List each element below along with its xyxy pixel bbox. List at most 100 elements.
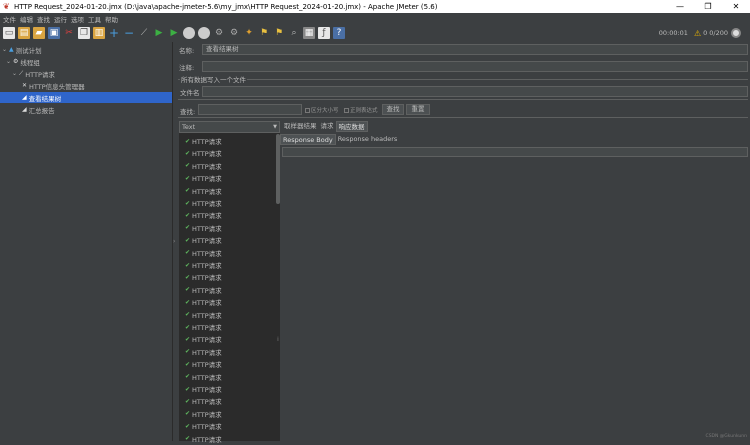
result-row[interactable]: ✔HTTP请求	[185, 383, 222, 395]
save-icon[interactable]: ▣	[48, 27, 60, 39]
tree-item-summary-report[interactable]: ◢ 汇总报告	[22, 104, 170, 115]
result-row[interactable]: ✔HTTP请求	[185, 160, 222, 172]
new-icon[interactable]: ▭	[3, 27, 15, 39]
success-icon: ✔	[185, 175, 190, 182]
stop-icon[interactable]	[183, 27, 195, 39]
warning-icon[interactable]: ⚠	[694, 29, 701, 38]
remote-shutdown-icon[interactable]: ✦	[243, 27, 255, 39]
listener-icon: ◢	[22, 106, 27, 113]
result-row[interactable]: ✔HTTP请求	[185, 271, 222, 283]
tree-expand-icon[interactable]: ⌄	[12, 70, 17, 77]
start-no-pause-icon[interactable]: ▶	[168, 27, 180, 39]
menu-search[interactable]: 查找	[37, 14, 50, 24]
case-sensitive-checkbox[interactable]: 区分大小写	[305, 106, 339, 114]
result-row[interactable]: ✔HTTP请求	[185, 433, 222, 445]
open-icon[interactable]: ▰	[33, 27, 45, 39]
result-row[interactable]: ✔HTTP请求	[185, 346, 222, 358]
result-row[interactable]: ✔HTTP请求	[185, 135, 222, 147]
case-sensitive-label: 区分大小写	[311, 108, 339, 114]
menu-options[interactable]: 选项	[71, 14, 84, 24]
listener-icon: ◢	[22, 94, 27, 101]
result-row[interactable]: ✔HTTP请求	[185, 222, 222, 234]
search-icon[interactable]: ⌕	[288, 27, 300, 39]
success-icon: ✔	[185, 361, 190, 368]
window-title-bar: ❦ HTTP Request_2024-01-20.jmx (D:\java\a…	[0, 0, 750, 13]
tree-item-header-manager[interactable]: ✕ HTTP信息头管理器	[22, 80, 170, 91]
paste-icon[interactable]: ▥	[93, 27, 105, 39]
result-row[interactable]: ✔HTTP请求	[185, 408, 222, 420]
tree-expand-icon[interactable]: ⌄	[2, 46, 7, 53]
collapse-icon[interactable]: −	[123, 27, 135, 39]
result-row[interactable]: ✔HTTP请求	[185, 371, 222, 383]
copy-icon[interactable]: ❐	[78, 27, 90, 39]
menu-run[interactable]: 运行	[54, 14, 67, 24]
menu-file[interactable]: 文件	[3, 14, 16, 24]
tab-request[interactable]: 请求	[319, 121, 336, 132]
result-row[interactable]: ✔HTTP请求	[185, 247, 222, 259]
remote-stop-icon[interactable]: ⚙	[228, 27, 240, 39]
shutdown-icon[interactable]	[198, 27, 210, 39]
tab-response-headers[interactable]: Response headers	[336, 134, 400, 145]
config-icon: ✕	[22, 82, 27, 89]
result-row[interactable]: ✔HTTP请求	[185, 172, 222, 184]
result-row[interactable]: ✔HTTP请求	[185, 147, 222, 159]
split-handle-icon[interactable]: ⁞	[277, 336, 279, 343]
templates-icon[interactable]: ▤	[18, 27, 30, 39]
tree-item-label: HTTP请求	[25, 69, 55, 79]
clear-icon[interactable]: ⚑	[258, 27, 270, 39]
clear-all-icon[interactable]: ⚑	[273, 27, 285, 39]
result-row[interactable]: ✔HTTP请求	[185, 209, 222, 221]
result-row[interactable]: ✔HTTP请求	[185, 185, 222, 197]
response-body-text[interactable]	[282, 147, 748, 157]
tree-item-view-results-tree[interactable]: ◢ 查看结果树	[0, 92, 172, 103]
reset-button[interactable]: 重置	[406, 104, 430, 115]
close-button[interactable]: ✕	[722, 0, 750, 13]
help-icon[interactable]: ?	[333, 27, 345, 39]
success-icon: ✔	[185, 373, 190, 380]
search-button[interactable]: 查找	[382, 104, 404, 115]
result-row[interactable]: ✔HTTP请求	[185, 321, 222, 333]
result-row[interactable]: ✔HTTP请求	[185, 358, 222, 370]
tab-sampler-result[interactable]: 取样器结果	[282, 121, 319, 132]
name-field[interactable]: 查看结果树	[202, 44, 748, 55]
result-row-label: HTTP请求	[192, 310, 222, 320]
minimize-button[interactable]: —	[666, 0, 694, 13]
checkbox-icon	[305, 108, 310, 113]
result-row[interactable]: ✔HTTP请求	[185, 309, 222, 321]
tree-item-thread-group[interactable]: ⌄ ⚙ 线程组	[6, 56, 170, 67]
start-icon[interactable]: ▶	[153, 27, 165, 39]
tree-expand-icon[interactable]: ⌄	[6, 58, 11, 65]
remote-start-icon[interactable]: ⚙	[213, 27, 225, 39]
menu-help[interactable]: 帮助	[105, 14, 118, 24]
result-row[interactable]: ✔HTTP请求	[185, 284, 222, 296]
toggle-icon[interactable]: ⟋	[138, 27, 150, 39]
result-row[interactable]: ✔HTTP请求	[185, 395, 222, 407]
cut-icon[interactable]: ✂	[63, 27, 75, 39]
reset-search-icon[interactable]: ▦	[303, 27, 315, 39]
chevron-down-icon: ▼	[273, 122, 277, 132]
tree-item-test-plan[interactable]: ⌄ ▲ 测试计划	[2, 44, 170, 55]
result-row[interactable]: ✔HTTP请求	[185, 197, 222, 209]
result-row[interactable]: ✔HTTP请求	[185, 420, 222, 432]
tree-item-http-request[interactable]: ⌄ ⟋ HTTP请求	[12, 68, 170, 79]
search-input[interactable]	[198, 104, 302, 115]
test-plan-tree: ⌄ ▲ 测试计划 ⌄ ⚙ 线程组 ⌄ ⟋ HTTP请求 ✕ HTTP信息头管理器…	[0, 42, 172, 441]
regex-checkbox[interactable]: 正则表达式	[344, 106, 378, 114]
tab-response-data[interactable]: 响应数据	[336, 121, 368, 132]
result-row-label: HTTP请求	[192, 396, 222, 406]
result-row[interactable]: ✔HTTP请求	[185, 333, 222, 345]
function-helper-icon[interactable]: ƒ	[318, 27, 330, 39]
filename-field[interactable]	[202, 86, 748, 97]
maximize-button[interactable]: ❐	[694, 0, 722, 13]
success-icon: ✔	[185, 262, 190, 269]
result-row[interactable]: ✔HTTP请求	[185, 296, 222, 308]
comment-field[interactable]	[202, 61, 748, 72]
tab-response-body[interactable]: Response Body	[280, 134, 336, 145]
result-row[interactable]: ✔HTTP请求	[185, 234, 222, 246]
menu-tools[interactable]: 工具	[88, 14, 101, 24]
search-label: 查找:	[180, 106, 195, 116]
renderer-select[interactable]: Text ▼	[179, 121, 280, 133]
expand-icon[interactable]: +	[108, 27, 120, 39]
result-row[interactable]: ✔HTTP请求	[185, 259, 222, 271]
menu-edit[interactable]: 编辑	[20, 14, 33, 24]
